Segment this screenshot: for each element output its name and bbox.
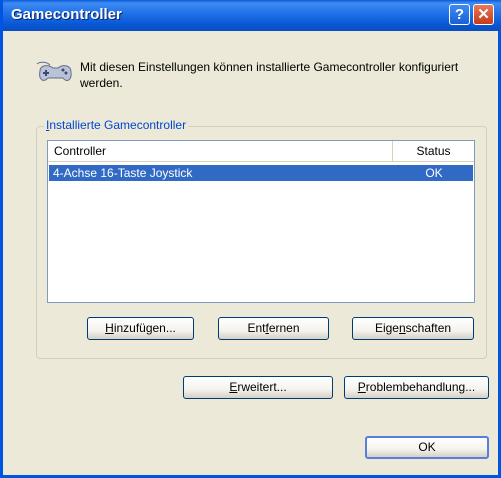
remove-button[interactable]: Entfernen	[218, 317, 329, 340]
column-header-status[interactable]: Status	[393, 141, 474, 162]
column-header-controller[interactable]: Controller	[48, 141, 393, 162]
controller-name: 4-Achse 16-Taste Joystick	[53, 166, 193, 180]
help-icon: ?	[454, 6, 465, 23]
troubleshoot-button[interactable]: Problembehandlung...	[344, 376, 489, 399]
close-button[interactable]: ✕	[473, 4, 494, 25]
controller-list[interactable]: Controller Status 4-Achse 16-Taste Joyst…	[47, 140, 475, 303]
advanced-button[interactable]: Erweitert...	[183, 376, 333, 399]
ok-button[interactable]: OK	[365, 436, 489, 459]
title-bar[interactable]: Gamecontroller ? ✕	[3, 0, 501, 31]
gamepad-icon	[36, 61, 74, 94]
help-button[interactable]: ?	[449, 4, 470, 25]
window-title: Gamecontroller	[11, 6, 122, 23]
dialog-window: Gamecontroller ? ✕ Mit diesen Einstellun…	[0, 0, 501, 478]
list-header: Controller Status	[48, 141, 474, 163]
close-icon: ✕	[477, 6, 490, 23]
group-label: Installierte Gamecontroller	[44, 118, 189, 132]
controller-status: OK	[425, 166, 443, 180]
add-button[interactable]: Hinzufügen...	[87, 317, 194, 340]
properties-button[interactable]: Eigenschaften	[352, 317, 474, 340]
list-item[interactable]: 4-Achse 16-Taste Joystick OK	[49, 165, 473, 181]
intro-description: Mit diesen Einstellungen können installi…	[80, 60, 459, 90]
